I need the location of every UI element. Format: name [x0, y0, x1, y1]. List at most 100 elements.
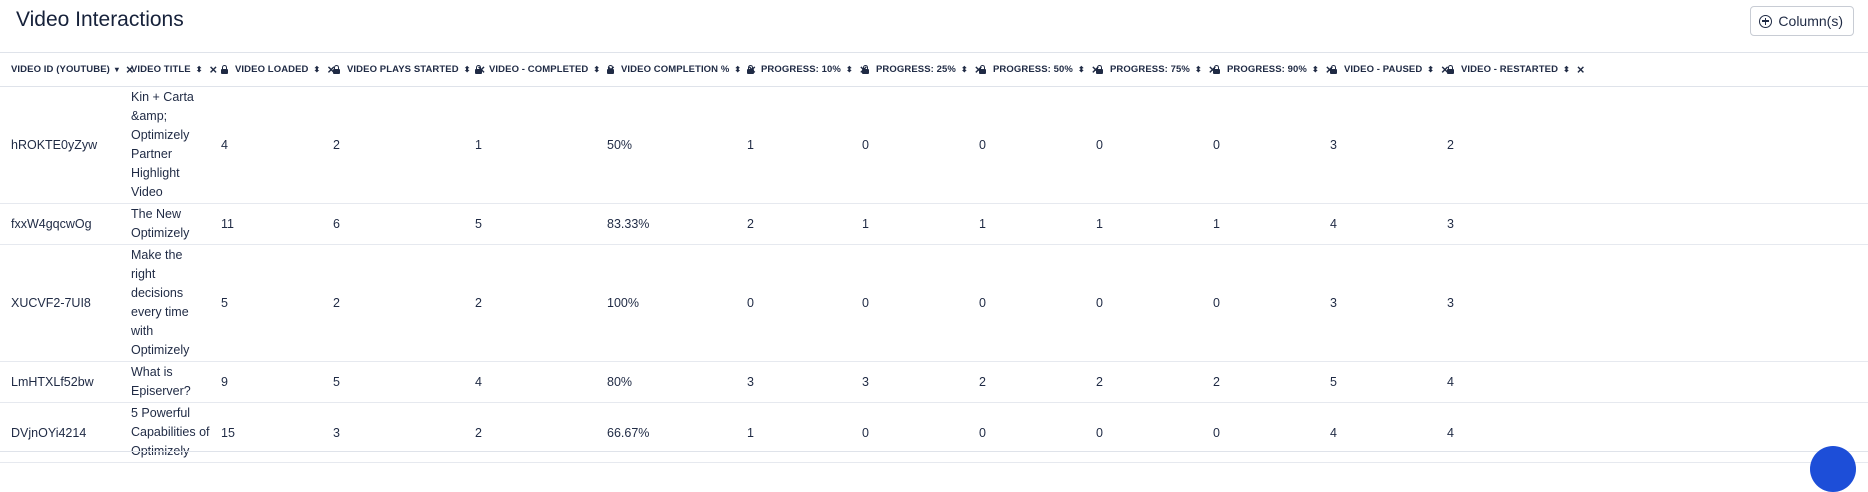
cell-p90: 1 — [1213, 217, 1220, 231]
cell-completion-pct: 80% — [607, 375, 633, 389]
column-header[interactable]: Video - Restarted ⬍ × — [1436, 53, 1868, 87]
column-header-content: Video - Completed ⬍ × — [475, 62, 615, 77]
cell-p50: 1 — [979, 217, 986, 231]
cell-p25: 1 — [862, 217, 869, 231]
lock-icon — [747, 65, 754, 74]
column-header-content: Video Title ⬍ × — [131, 62, 217, 77]
sort-icon[interactable]: ⬍ — [464, 65, 471, 74]
sort-icon[interactable]: ⬍ — [593, 65, 600, 74]
cell-video-id: LmHTXLf52bw — [11, 375, 94, 389]
cell-plays-started: 2 — [333, 296, 340, 310]
cell-p75: 2 — [1096, 375, 1103, 389]
sort-icon[interactable]: ⬍ — [846, 65, 853, 74]
lock-icon — [862, 65, 869, 74]
cell-plays-started: 2 — [333, 138, 340, 152]
column-header[interactable]: Progress: 10% ⬍ × — [736, 53, 867, 87]
cell-p75: 0 — [1096, 296, 1103, 310]
column-header-label: Progress: 25% — [876, 64, 956, 75]
cell-video-id: hROKTE0yZyw — [11, 138, 98, 152]
column-header[interactable]: Video - Paused ⬍ × — [1319, 53, 1449, 87]
cell-paused: 5 — [1330, 375, 1337, 389]
table-row[interactable]: XUCVF2-7UI8 Make the right decisions ever… — [0, 245, 1868, 362]
cell-p75: 0 — [1096, 138, 1103, 152]
column-header-label: Progress: 10% — [761, 64, 841, 75]
cell-loaded: 9 — [221, 375, 228, 389]
cell-video-title: What is Episerver? — [131, 365, 191, 398]
sort-icon[interactable]: ⬍ — [1078, 65, 1085, 74]
column-header[interactable]: Progress: 50% ⬍ × — [968, 53, 1099, 87]
columns-button[interactable]: Column(s) — [1750, 6, 1854, 36]
cell-completed: 2 — [475, 296, 482, 310]
cell-video-title: Make the right decisions every time with… — [131, 248, 190, 357]
sort-icon[interactable]: ⬍ — [314, 65, 321, 74]
column-header-content: Video Plays Started ⬍ × — [333, 62, 485, 77]
cell-restarted: 4 — [1447, 375, 1454, 389]
column-header[interactable]: Progress: 90% ⬍ × — [1202, 53, 1333, 87]
lock-icon — [221, 65, 228, 74]
column-header[interactable]: Video Completion % ⬍ × — [596, 53, 756, 87]
cell-p25: 0 — [862, 138, 869, 152]
cell-p10: 1 — [747, 138, 754, 152]
sort-icon[interactable]: ⬍ — [1195, 65, 1202, 74]
column-header-label: Progress: 75% — [1110, 64, 1190, 75]
column-header-content: Progress: 10% ⬍ × — [747, 62, 867, 77]
column-header-content: Progress: 75% ⬍ × — [1096, 62, 1216, 77]
table-row[interactable]: fxxW4gqcwOg The New Optimizely 11 6 5 83.33% 2… — [0, 204, 1868, 245]
cell-completion-pct: 100% — [607, 296, 639, 310]
cell-completion-pct: 50% — [607, 138, 633, 152]
table-row[interactable]: hROKTE0yZyw Kin + Carta &amp; Optimizely … — [0, 87, 1868, 204]
sort-icon[interactable]: ⬍ — [1563, 65, 1570, 74]
cell-completed: 1 — [475, 138, 482, 152]
add-circle-icon — [1759, 14, 1773, 28]
cell-p25: 0 — [862, 296, 869, 310]
column-header-label: Video Plays Started — [347, 64, 459, 75]
table-bottom-border — [0, 451, 1868, 452]
columns-button-label: Column(s) — [1778, 13, 1843, 29]
column-header-label: Video - Completed — [489, 64, 589, 75]
column-header[interactable]: Video Title ⬍ × — [120, 53, 217, 87]
table-row[interactable]: LmHTXLf52bw What is Episerver? 9 5 4 80% 3 3 2 2 2… — [0, 362, 1868, 403]
page-title: Video Interactions — [16, 8, 184, 31]
sort-icon[interactable]: ⬍ — [1427, 65, 1434, 74]
cell-loaded: 11 — [221, 217, 234, 231]
table-header-row: Video ID (YouTube) ▾ × Video Title ⬍ × Video L… — [0, 52, 1868, 87]
cell-p10: 2 — [747, 217, 754, 231]
remove-column-icon[interactable]: × — [1577, 62, 1585, 77]
sort-icon[interactable]: ⬍ — [1312, 65, 1319, 74]
sort-icon[interactable]: ▾ — [115, 65, 119, 74]
lock-icon — [979, 65, 986, 74]
remove-column-icon[interactable]: × — [210, 62, 218, 77]
lock-icon — [1213, 65, 1220, 74]
cell-loaded: 4 — [221, 138, 228, 152]
sort-icon[interactable]: ⬍ — [196, 65, 203, 74]
cell-p10: 3 — [747, 375, 754, 389]
cell-video-title: The New Optimizely — [131, 207, 190, 240]
column-header-content: Video Loaded ⬍ × — [221, 62, 335, 77]
cell-plays-started: 6 — [333, 217, 340, 231]
column-header[interactable]: Video - Completed ⬍ × — [464, 53, 615, 87]
lock-icon — [607, 65, 614, 74]
column-header[interactable]: Progress: 25% ⬍ × — [851, 53, 982, 87]
column-header[interactable]: Video Loaded ⬍ × — [210, 53, 335, 87]
column-header-content: Video - Restarted ⬍ × — [1447, 62, 1585, 77]
cell-restarted: 2 — [1447, 138, 1454, 152]
video-interactions-table: Video ID (YouTube) ▾ × Video Title ⬍ × Video L… — [0, 52, 1868, 463]
cell-p90: 0 — [1213, 296, 1220, 310]
column-header-label: Video ID (YouTube) — [11, 64, 110, 75]
column-header[interactable]: Video Plays Started ⬍ × — [322, 53, 485, 87]
cell-p50: 2 — [979, 375, 986, 389]
cell-completed: 5 — [475, 217, 482, 231]
cell-plays-started: 5 — [333, 375, 340, 389]
cell-video-id: fxxW4gqcwOg — [11, 217, 92, 231]
sort-icon[interactable]: ⬍ — [961, 65, 968, 74]
lock-icon — [333, 65, 340, 74]
cell-completion-pct: 83.33% — [607, 217, 650, 231]
column-header-content: Progress: 50% ⬍ × — [979, 62, 1099, 77]
cell-video-title: Kin + Carta &amp; Optimizely Partner Hig… — [131, 90, 194, 199]
column-header[interactable]: Progress: 75% ⬍ × — [1085, 53, 1216, 87]
column-header[interactable]: Video ID (YouTube) ▾ × — [0, 53, 134, 87]
cell-p25: 3 — [862, 375, 869, 389]
sort-icon[interactable]: ⬍ — [734, 65, 741, 74]
lock-icon — [475, 65, 482, 74]
chat-help-button[interactable] — [1810, 446, 1856, 492]
